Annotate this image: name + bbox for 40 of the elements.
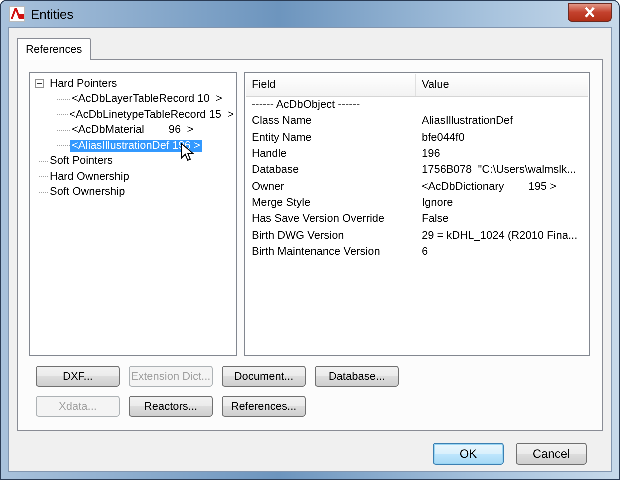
tab[interactable]: References [17, 38, 92, 60]
table-cell-text: <AcDbDictionary 195 > [421, 180, 557, 193]
table-cell-text: Handle [251, 148, 288, 160]
dialog-button[interactable]: Cancel [516, 443, 587, 465]
close-button[interactable] [568, 2, 612, 22]
window-title: Entities [31, 6, 74, 22]
collapse-icon[interactable] [35, 79, 46, 88]
table-cell-text: Merge Style [251, 196, 312, 209]
table-cell-text: Ignore [421, 196, 454, 209]
action-button[interactable]: Document... [222, 366, 306, 387]
section-heading: ------ AcDbObject ------ [251, 99, 360, 112]
action-button[interactable]: DXF... [36, 366, 120, 387]
action-button[interactable]: Reactors... [129, 396, 213, 417]
column-header[interactable]: Value [416, 74, 588, 96]
tree-item[interactable]: Soft Ownership [48, 186, 128, 198]
table-cell-text: 196 [421, 148, 440, 160]
table-cell-text: 1756B078 "C:\Users\walmslk... [421, 164, 576, 176]
column-header[interactable]: Field [246, 74, 416, 96]
action-button[interactable]: Database... [315, 366, 399, 387]
tree-item[interactable]: <AcDbLayerTableRecord 10 > [70, 93, 224, 106]
action-button[interactable]: References... [222, 396, 306, 417]
tree-item[interactable]: <AcDbLinetypeTableRecord 15 > [68, 108, 236, 121]
table-cell-text: Birth DWG Version [251, 230, 346, 242]
tree-item[interactable]: Hard Pointers [48, 78, 120, 90]
table-cell-text: 6 [421, 246, 428, 258]
table-cell-text: Class Name [251, 115, 313, 128]
tree-item[interactable]: Hard Ownership [48, 170, 132, 183]
table-cell-text: Database [251, 164, 300, 176]
table-cell-text: bfe044f0 [421, 132, 465, 144]
table-cell-text: Birth Maintenance Version [251, 246, 382, 258]
tree-item[interactable]: <AcDbMaterial 96 > [70, 124, 196, 136]
tree-item[interactable]: Soft Pointers [48, 155, 115, 168]
close-icon [583, 6, 597, 18]
table-cell-text: Has Save Version Override [251, 213, 386, 226]
table-cell-text: AliasIllustrationDef [421, 115, 514, 128]
table-cell-text: Entity Name [251, 132, 313, 144]
table-cell-text: Owner [251, 180, 286, 193]
dialog-button[interactable]: OK [433, 443, 504, 465]
table-cell-text: 29 = kDHL_1024 (R2010 Fina... [421, 230, 578, 242]
table-cell-text: False [421, 213, 449, 226]
